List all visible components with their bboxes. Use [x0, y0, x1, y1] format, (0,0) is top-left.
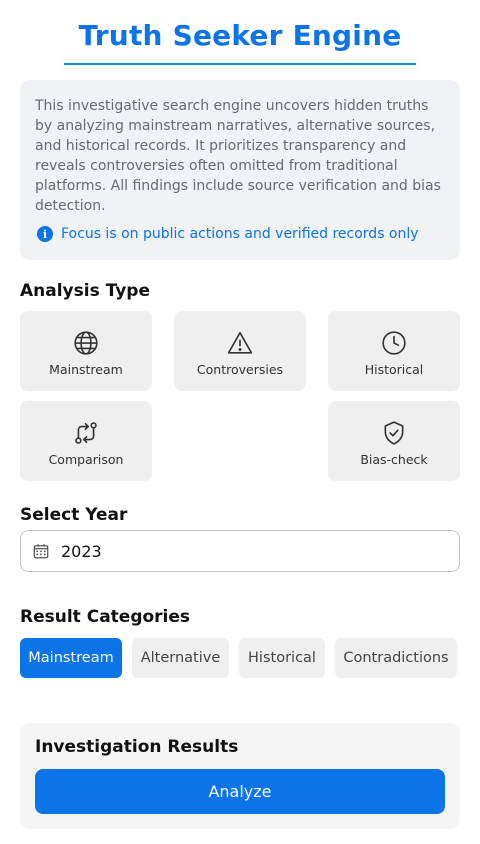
page-title: Truth Seeker Engine — [78, 19, 402, 52]
globe-icon — [74, 331, 98, 355]
analysis-option-label: Controversies — [196, 362, 284, 377]
category-chip-historical[interactable]: Historical — [239, 638, 325, 678]
category-chip-contradictions[interactable]: Contradictions — [335, 638, 457, 678]
year-input[interactable]: 2023 — [20, 530, 460, 572]
category-chip-mainstream[interactable]: Mainstream — [20, 638, 122, 678]
page-header: Truth Seeker Engine — [64, 18, 416, 65]
result-categories-heading: Result Categories — [20, 607, 191, 627]
analysis-option-mainstream[interactable]: Mainstream — [20, 311, 152, 391]
analysis-option-label: Historical — [364, 362, 424, 377]
intro-card: This investigative search engine uncover… — [20, 80, 460, 260]
results-heading: Investigation Results — [35, 737, 239, 757]
compare-icon — [75, 422, 97, 444]
intro-description: This investigative search engine uncover… — [35, 98, 441, 214]
intro-note-text: Focus is on public actions and verified … — [61, 226, 419, 242]
analysis-option-historical[interactable]: Historical — [328, 311, 460, 391]
analysis-option-bias-check[interactable]: Bias-check — [328, 401, 460, 481]
warning-icon — [227, 331, 253, 354]
analyze-button[interactable]: Analyze — [35, 769, 445, 814]
shield-check-icon — [384, 421, 404, 445]
calendar-icon — [33, 544, 49, 559]
results-panel: Investigation Results Analyze — [20, 723, 460, 829]
category-chip-alternative[interactable]: Alternative — [132, 638, 229, 678]
intro-note: i Focus is on public actions and verifie… — [37, 226, 419, 242]
select-year-heading: Select Year — [20, 505, 128, 525]
analysis-option-label: Mainstream — [49, 362, 123, 377]
year-value: 2023 — [61, 541, 102, 561]
analysis-option-comparison[interactable]: Comparison — [20, 401, 152, 481]
info-icon: i — [37, 226, 53, 242]
analysis-option-label: Comparison — [48, 452, 124, 467]
clock-icon — [382, 331, 406, 355]
analysis-type-heading: Analysis Type — [20, 281, 150, 301]
analysis-option-controversies[interactable]: Controversies — [174, 311, 306, 391]
analysis-option-label: Bias-check — [360, 452, 428, 467]
